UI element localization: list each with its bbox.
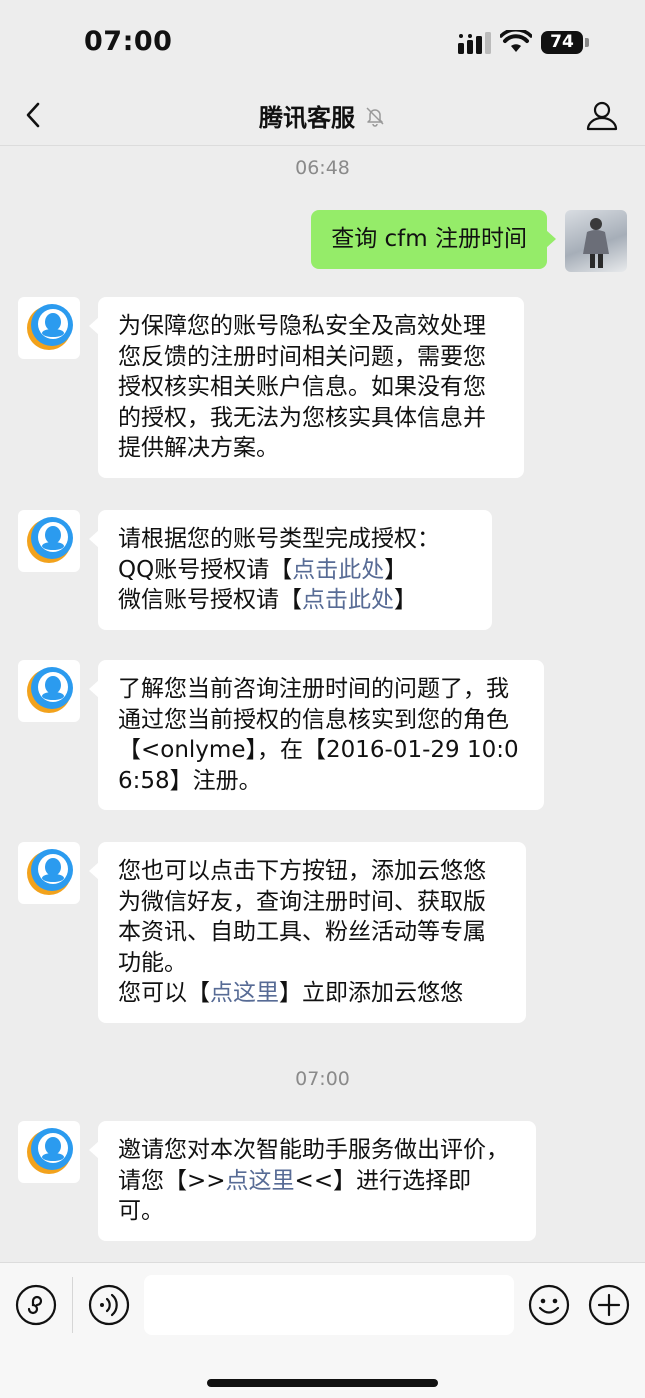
wechat-authorize-link[interactable]: 点击此处 [302,587,394,613]
nav-title-group: 腾讯客服 [0,98,645,133]
tencent-service-logo-icon [27,517,73,563]
rate-service-link[interactable]: 点这里 [226,1168,295,1194]
chat-title: 腾讯客服 [258,104,355,132]
battery-icon: 74 [541,31,589,54]
wifi-icon [500,30,532,52]
divider [72,1277,73,1333]
voice-input-icon[interactable] [88,1284,130,1326]
message-bubble-incoming[interactable]: 请根据您的账号类型完成授权： QQ账号授权请【点击此处】 微信账号授权请【点击此… [89,510,492,630]
message-text: QQ账号授权请【 [118,556,293,583]
status-time: 07:00 [84,26,173,57]
bot-avatar[interactable] [18,842,80,904]
nav-bar: 腾讯客服 [0,88,645,146]
plus-more-icon[interactable] [588,1284,630,1326]
message-line: 请根据您的账号类型完成授权： [118,526,440,552]
tencent-service-logo-icon [27,304,73,350]
message-text: 】 [394,587,417,613]
user-avatar[interactable] [565,210,627,272]
bot-avatar[interactable] [18,510,80,572]
input-bar [0,1262,645,1398]
battery-level: 74 [541,31,583,54]
status-bar: 07:00 74 [0,0,645,88]
message-input[interactable] [144,1275,514,1335]
message-line: 微信账号授权请【点击此处】 [118,585,472,616]
message-bubble-incoming[interactable]: 邀请您对本次智能助手服务做出评价，请您【>>点这里<<】进行选择即可。 [89,1121,536,1241]
qq-authorize-link[interactable]: 点击此处 [292,557,384,583]
chat-timestamp: 06:48 [295,157,350,179]
message-line: QQ账号授权请【点击此处】 [118,555,472,586]
tencent-service-logo-icon [27,849,73,895]
message-text: 您可以【 [118,980,210,1006]
profile-button[interactable] [585,98,619,132]
bot-avatar[interactable] [18,660,80,722]
message-bubble-incoming[interactable]: 了解您当前咨询注册时间的问题了，我通过您当前授权的信息核实到您的角色【<only… [89,660,544,810]
message-bubble-incoming[interactable]: 为保障您的账号隐私安全及高效处理您反馈的注册时间相关问题，需要您授权核实相关账户… [89,297,524,478]
emoji-icon[interactable] [528,1284,570,1326]
bot-avatar[interactable] [18,1121,80,1183]
message-text: 】 [384,556,408,583]
chat-timestamp: 07:00 [295,1068,350,1090]
tencent-service-logo-icon [27,667,73,713]
message-line: 您可以【点这里】立即添加云悠悠 [118,978,506,1009]
mute-bell-icon [366,106,384,127]
user-photo-icon [583,218,609,268]
home-indicator[interactable] [207,1379,438,1387]
add-friend-link[interactable]: 点这里 [210,980,279,1006]
tencent-service-logo-icon [27,1128,73,1174]
message-text: 】立即添加云悠悠 [279,980,463,1006]
bot-avatar[interactable] [18,297,80,359]
message-bubble-incoming[interactable]: 您也可以点击下方按钮，添加云悠悠为微信好友，查询注册时间、获取版本资讯、自助工具… [89,842,526,1023]
message-bubble-outgoing[interactable]: 查询 cfm 注册时间 [311,210,556,269]
message-text: 微信账号授权请【 [118,587,302,613]
mini-program-icon[interactable] [15,1284,57,1326]
message-line: 您也可以点击下方按钮，添加云悠悠为微信好友，查询注册时间、获取版本资讯、自助工具… [118,858,486,976]
cellular-signal-icon [458,32,491,54]
